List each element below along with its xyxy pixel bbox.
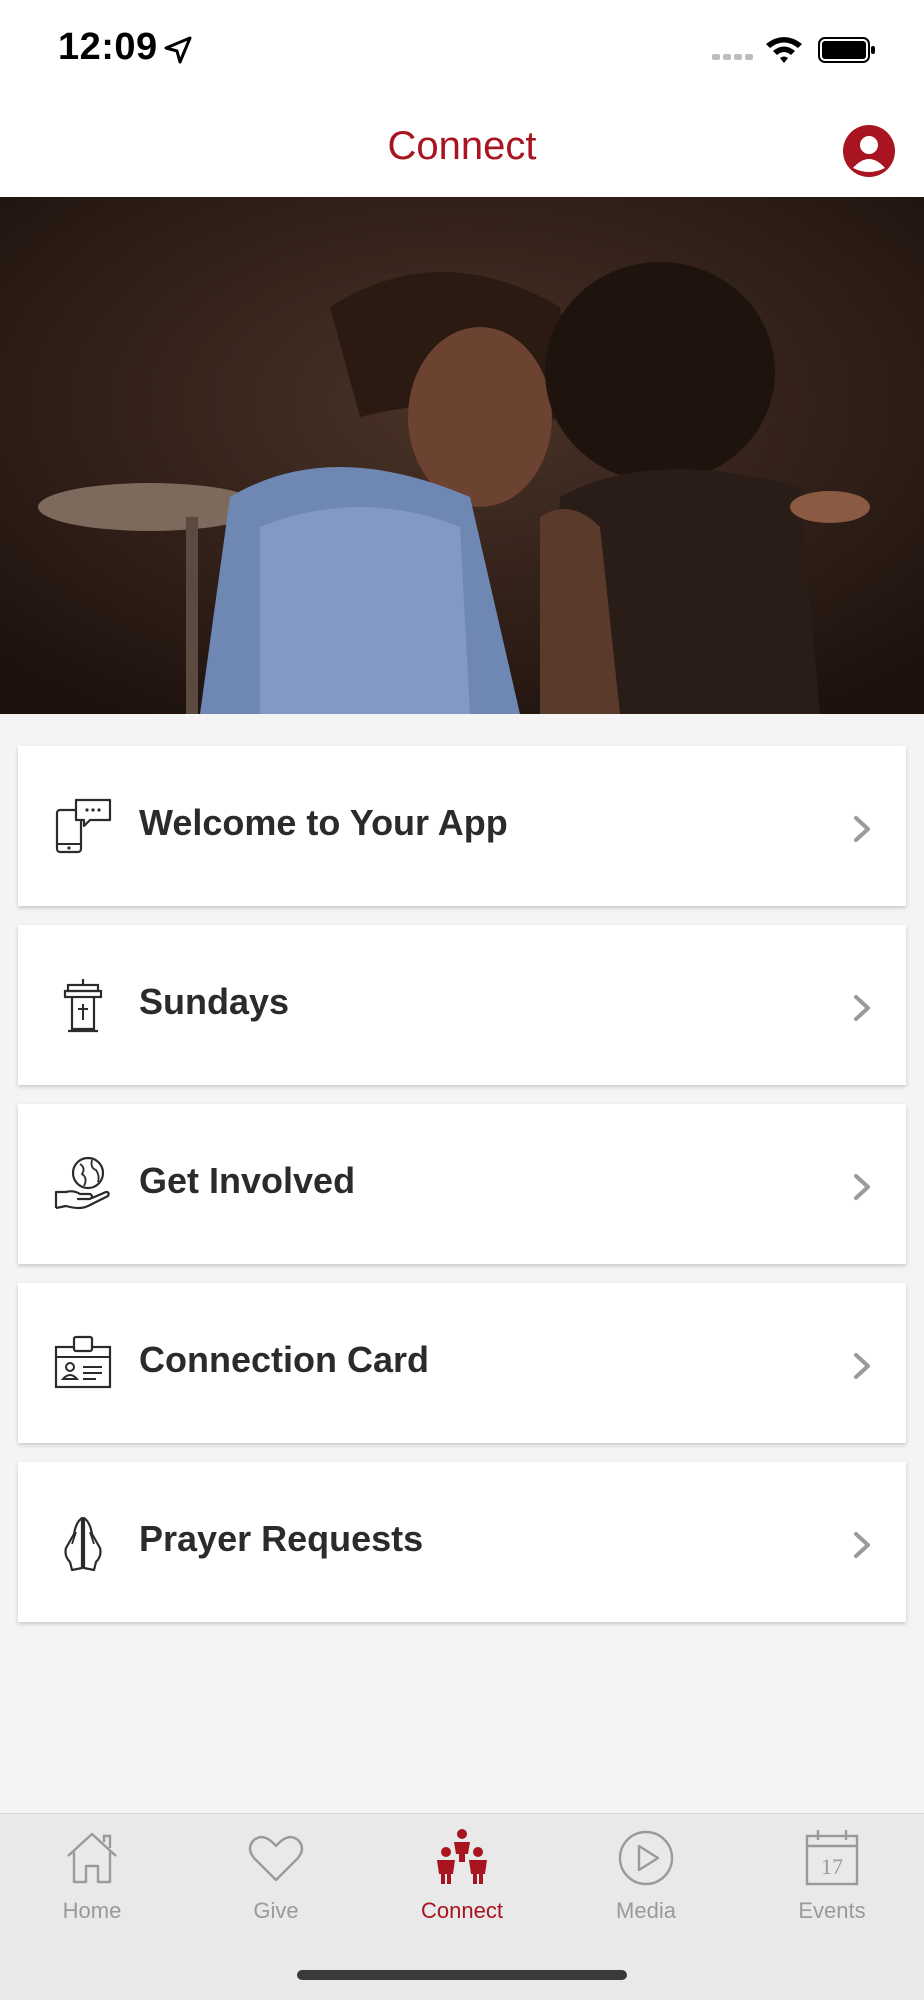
tab-label: Connect bbox=[421, 1898, 503, 1923]
hero-image bbox=[0, 197, 924, 714]
chevron-right-icon bbox=[854, 1353, 870, 1379]
status-bar: 12:09 bbox=[0, 0, 924, 100]
phone-chat-icon bbox=[55, 798, 112, 854]
chevron-right-icon bbox=[854, 1532, 870, 1558]
menu-item-get-involved[interactable]: Get Involved bbox=[18, 1104, 906, 1264]
menu-item-label: Welcome to Your App bbox=[139, 802, 508, 843]
home-indicator bbox=[297, 1970, 627, 1980]
menu-list: Welcome to Your App Sundays Get Involved… bbox=[18, 746, 906, 1641]
connect-screen: 12:09 Connect Welcome to Your App Sunday… bbox=[0, 0, 924, 2000]
menu-item-label: Prayer Requests bbox=[139, 1518, 424, 1559]
nav-bar: Connect bbox=[0, 100, 924, 197]
chevron-right-icon bbox=[854, 816, 870, 842]
hand-globe-icon bbox=[54, 1156, 110, 1210]
page-title: Connect bbox=[387, 124, 537, 168]
wifi-icon bbox=[766, 37, 802, 63]
menu-item-welcome[interactable]: Welcome to Your App bbox=[18, 746, 906, 906]
profile-icon[interactable] bbox=[842, 124, 896, 178]
pulpit-icon bbox=[63, 979, 103, 1033]
menu-item-label: Get Involved bbox=[139, 1160, 356, 1201]
play-circle-icon bbox=[618, 1830, 674, 1886]
status-time: 12:09 bbox=[58, 26, 158, 68]
menu-item-label: Sundays bbox=[139, 981, 290, 1022]
tab-label: Home bbox=[62, 1898, 122, 1923]
tab-events[interactable]: 17 Events bbox=[762, 1828, 902, 1948]
tab-label: Media bbox=[616, 1898, 676, 1923]
menu-item-label: Connection Card bbox=[139, 1339, 430, 1380]
id-card-icon bbox=[54, 1335, 112, 1389]
location-arrow-icon bbox=[164, 36, 192, 64]
battery-icon bbox=[818, 37, 875, 63]
people-icon bbox=[437, 1829, 487, 1884]
tab-label: Give bbox=[253, 1898, 299, 1923]
tab-connect[interactable]: Connect bbox=[392, 1828, 532, 1948]
cellular-signal-icon bbox=[712, 54, 753, 60]
heart-icon bbox=[248, 1835, 304, 1882]
chevron-right-icon bbox=[854, 1174, 870, 1200]
home-icon bbox=[67, 1832, 117, 1884]
praying-hands-icon bbox=[64, 1516, 102, 1572]
tab-give[interactable]: Give bbox=[206, 1828, 346, 1948]
calendar-day: 17 bbox=[821, 1854, 843, 1879]
menu-item-connection-card[interactable]: Connection Card bbox=[18, 1283, 906, 1443]
menu-item-sundays[interactable]: Sundays bbox=[18, 925, 906, 1085]
menu-item-prayer-requests[interactable]: Prayer Requests bbox=[18, 1462, 906, 1622]
tab-home[interactable]: Home bbox=[22, 1828, 162, 1948]
chevron-right-icon bbox=[854, 995, 870, 1021]
calendar-icon: 17 bbox=[805, 1830, 859, 1886]
tab-media[interactable]: Media bbox=[576, 1828, 716, 1948]
tab-label: Events bbox=[798, 1898, 866, 1923]
